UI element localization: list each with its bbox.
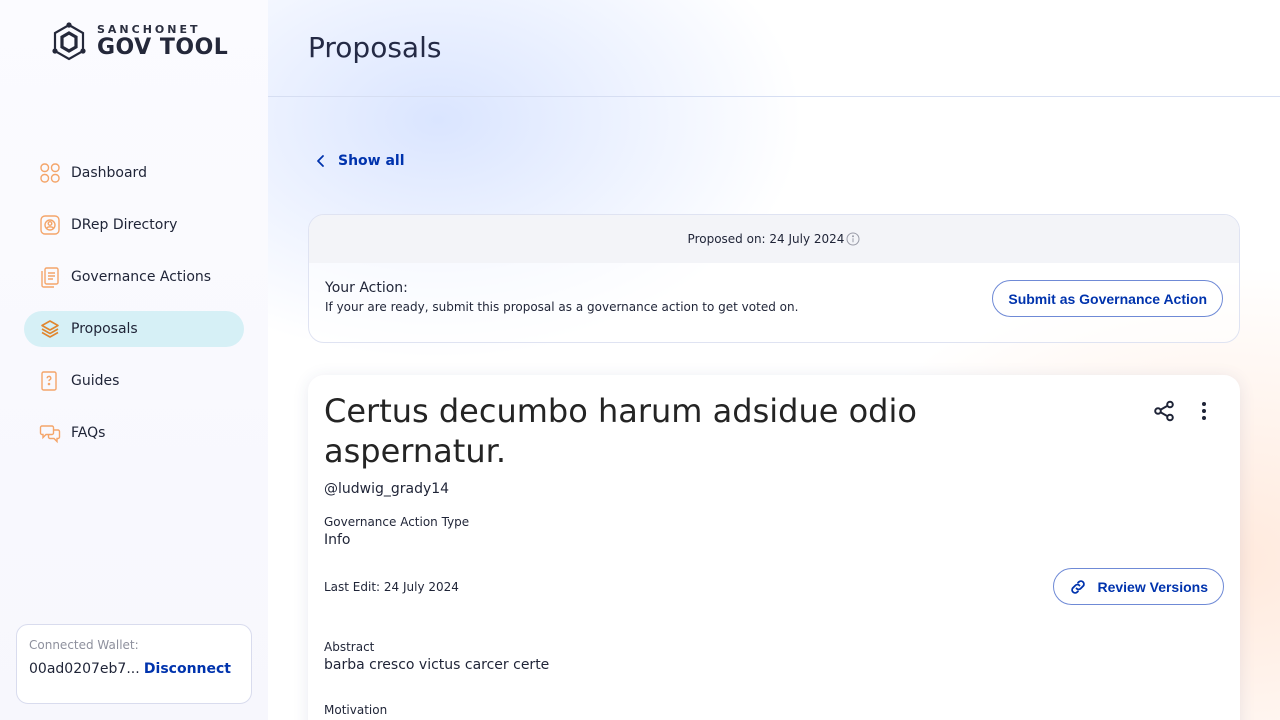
info-icon[interactable] [846, 232, 860, 246]
main-content: Proposals Show all Proposed on: 24 July … [268, 0, 1280, 720]
proposals-icon [39, 318, 61, 340]
proposal-card: Certus decumbo harum adsidue odio aspern… [308, 375, 1240, 720]
sidebar-item-dashboard[interactable]: Dashboard [24, 155, 244, 191]
sidebar-item-governance-actions[interactable]: Governance Actions [24, 259, 244, 295]
more-options-icon[interactable] [1192, 399, 1216, 423]
abstract-value: barba cresco victus carcer certe [324, 657, 550, 673]
sidebar-item-label: Guides [71, 373, 120, 389]
review-versions-label: Review Versions [1097, 578, 1208, 595]
sidebar: SANCHONET GOV TOOL Dashboard DRep Direct… [0, 0, 268, 720]
sidebar-item-label: FAQs [71, 425, 106, 441]
proposal-author[interactable]: @ludwig_grady14 [324, 481, 1224, 497]
proposal-title: Certus decumbo harum adsidue odio aspern… [324, 392, 917, 470]
abstract-label: Abstract [324, 640, 375, 654]
sidebar-item-drep-directory[interactable]: DRep Directory [24, 207, 244, 243]
sidebar-item-guides[interactable]: Guides [24, 363, 244, 399]
drep-directory-icon [39, 214, 61, 236]
share-icon[interactable] [1152, 399, 1176, 423]
sidebar-item-label: DRep Directory [71, 217, 178, 233]
proposed-on-date: Proposed on: 24 July 2024 [687, 232, 845, 246]
app-logo[interactable]: SANCHONET GOV TOOL [49, 22, 228, 62]
sidebar-item-faqs[interactable]: FAQs [24, 415, 244, 451]
chevron-left-icon [317, 155, 324, 167]
wallet-label: Connected Wallet: [29, 638, 139, 652]
wallet-address: 00ad0207eb7... [29, 661, 140, 677]
sidebar-item-proposals[interactable]: Proposals [24, 311, 244, 347]
show-all-link[interactable]: Show all [312, 152, 405, 170]
disconnect-button[interactable]: Disconnect [144, 661, 231, 677]
dashboard-icon [39, 162, 61, 184]
connected-wallet: Connected Wallet: 00ad0207eb7... Disconn… [16, 624, 252, 704]
motivation-label: Motivation [324, 703, 388, 717]
governance-action-type-value: Info [324, 532, 351, 548]
gov-tool-logo-icon [52, 22, 86, 61]
proposed-on-bar: Proposed on: 24 July 2024 [309, 215, 1239, 263]
review-versions-button[interactable]: Review Versions [1053, 568, 1224, 605]
governance-action-type-label: Governance Action Type [324, 515, 470, 529]
sidebar-item-label: Dashboard [71, 165, 147, 181]
faqs-icon [39, 422, 61, 444]
sidebar-nav: Dashboard DRep Directory Governance Acti… [24, 155, 244, 467]
page-title: Proposals [308, 30, 442, 64]
sidebar-item-label: Governance Actions [71, 269, 212, 285]
page-header: Proposals [268, 0, 1280, 97]
governance-actions-icon [39, 266, 61, 288]
show-all-label: Show all [338, 153, 405, 169]
guides-icon [39, 370, 61, 392]
link-icon [1071, 579, 1086, 594]
brand-name: GOV TOOL [97, 35, 229, 60]
sidebar-item-label: Proposals [71, 321, 138, 337]
submit-action-panel: Proposed on: 24 July 2024 Your Action: I… [308, 214, 1240, 343]
submit-as-governance-action-button[interactable]: Submit as Governance Action [992, 280, 1223, 317]
